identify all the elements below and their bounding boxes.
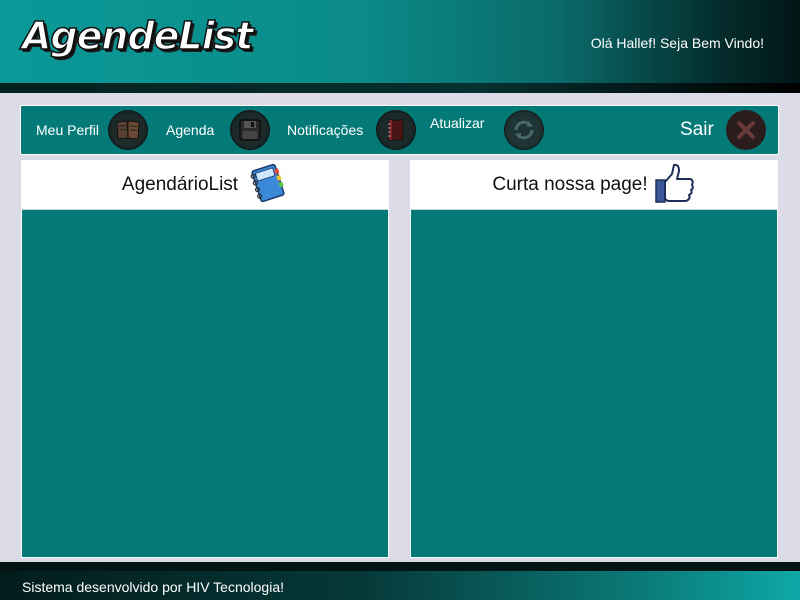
menu-item-label: Meu Perfil <box>36 122 100 138</box>
footer-credit: Sistema desenvolvido por HIV Tecnologia! <box>22 579 285 595</box>
menu-item-label: Notificações <box>287 122 364 138</box>
panel-header: Curta nossa page! <box>411 161 777 210</box>
menu-item-label: Agenda <box>166 122 215 138</box>
address-book-icon <box>248 162 288 209</box>
facebook-panel: Curta nossa page! <box>410 160 778 558</box>
menu-item-label: Atualizar <box>430 115 485 131</box>
agendario-panel: AgendárioList <box>21 160 389 558</box>
close-icon[interactable] <box>725 110 766 150</box>
panel-title: AgendárioList <box>121 174 239 195</box>
panel-header: AgendárioList <box>22 161 388 210</box>
app-logo: AgendeList <box>21 13 254 59</box>
book-icon[interactable] <box>108 110 149 150</box>
thumbs-up-icon[interactable] <box>654 162 696 209</box>
panel-title: Curta nossa page! <box>492 174 648 195</box>
menu-item-profile[interactable]: Meu Perfil <box>36 110 149 150</box>
refresh-icon[interactable] <box>504 110 545 150</box>
logout-button[interactable]: Sair <box>680 110 766 150</box>
footer-stripe <box>0 562 800 571</box>
header-stripe <box>0 83 800 93</box>
floppy-disk-icon[interactable] <box>230 110 271 150</box>
welcome-greeting: Olá Hallef! Seja Bem Vindo! <box>590 35 764 51</box>
menu-item-notifications[interactable]: Notificações <box>287 110 417 150</box>
notebook-icon[interactable] <box>376 110 417 150</box>
menu-item-refresh[interactable]: Atualizar <box>430 110 545 150</box>
logout-label: Sair <box>680 119 714 140</box>
menu-item-agenda[interactable]: Agenda <box>166 110 271 150</box>
main-toolbar: Meu Perfil Agenda Notificações Atualizar… <box>20 105 779 155</box>
